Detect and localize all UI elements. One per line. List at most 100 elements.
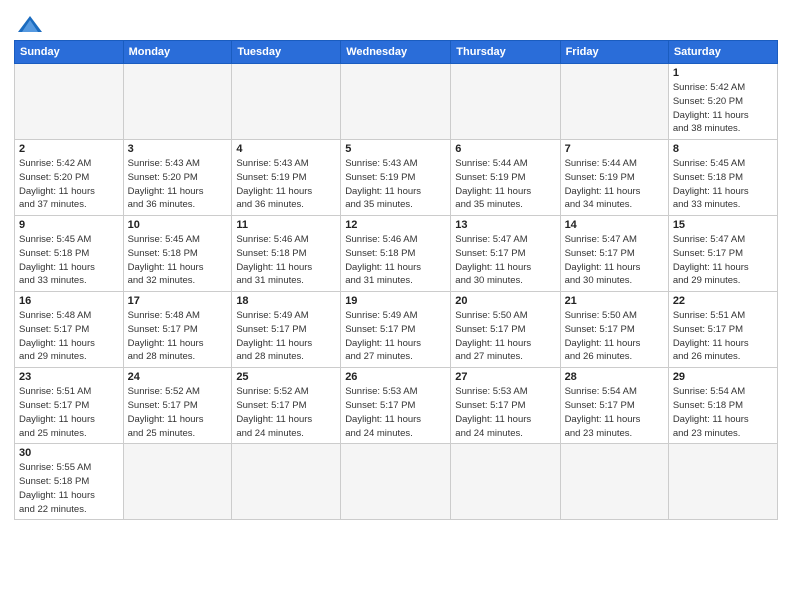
- day-info: Sunrise: 5:47 AMSunset: 5:17 PMDaylight:…: [673, 233, 773, 288]
- day-number: 29: [673, 371, 773, 383]
- calendar-cell: 27 Sunrise: 5:53 AMSunset: 5:17 PMDayligh…: [451, 368, 560, 444]
- calendar-cell: 13 Sunrise: 5:47 AMSunset: 5:17 PMDayligh…: [451, 216, 560, 292]
- calendar-header-row: SundayMondayTuesdayWednesdayThursdayFrid…: [15, 41, 778, 64]
- day-number: 30: [19, 447, 119, 459]
- header: [14, 10, 778, 32]
- day-number: 4: [236, 143, 336, 155]
- day-number: 5: [345, 143, 446, 155]
- calendar-cell: 4 Sunrise: 5:43 AMSunset: 5:19 PMDaylight…: [232, 140, 341, 216]
- calendar-cell: 1Sunrise: 5:42 AMSunset: 5:20 PMDaylight…: [668, 64, 777, 140]
- day-number: 21: [565, 295, 664, 307]
- calendar-dow-sunday: Sunday: [15, 41, 124, 64]
- calendar-table: SundayMondayTuesdayWednesdayThursdayFrid…: [14, 40, 778, 520]
- day-number: 23: [19, 371, 119, 383]
- calendar-dow-wednesday: Wednesday: [341, 41, 451, 64]
- day-number: 19: [345, 295, 446, 307]
- main-container: SundayMondayTuesdayWednesdayThursdayFrid…: [0, 0, 792, 530]
- calendar-cell: [232, 444, 341, 520]
- day-info: Sunrise: 5:54 AMSunset: 5:18 PMDaylight:…: [673, 385, 773, 440]
- day-number: 17: [128, 295, 228, 307]
- day-number: 24: [128, 371, 228, 383]
- day-number: 14: [565, 219, 664, 231]
- day-info: Sunrise: 5:46 AMSunset: 5:18 PMDaylight:…: [236, 233, 336, 288]
- day-info: Sunrise: 5:44 AMSunset: 5:19 PMDaylight:…: [565, 157, 664, 212]
- day-info: Sunrise: 5:51 AMSunset: 5:17 PMDaylight:…: [673, 309, 773, 364]
- day-info: Sunrise: 5:45 AMSunset: 5:18 PMDaylight:…: [673, 157, 773, 212]
- day-number: 8: [673, 143, 773, 155]
- day-number: 28: [565, 371, 664, 383]
- day-number: 9: [19, 219, 119, 231]
- calendar-cell: 20Sunrise: 5:50 AMSunset: 5:17 PMDayligh…: [451, 292, 560, 368]
- calendar-dow-tuesday: Tuesday: [232, 41, 341, 64]
- calendar-week-2: 2Sunrise: 5:42 AMSunset: 5:20 PMDaylight…: [15, 140, 778, 216]
- calendar-cell: 12Sunrise: 5:46 AMSunset: 5:18 PMDayligh…: [341, 216, 451, 292]
- calendar-cell: [232, 64, 341, 140]
- day-number: 2: [19, 143, 119, 155]
- calendar-cell: [451, 64, 560, 140]
- calendar-cell: 11Sunrise: 5:46 AMSunset: 5:18 PMDayligh…: [232, 216, 341, 292]
- logo-icon: [16, 14, 44, 36]
- day-number: 22: [673, 295, 773, 307]
- day-info: Sunrise: 5:47 AMSunset: 5:17 PMDaylight:…: [455, 233, 555, 288]
- day-info: Sunrise: 5:43 AMSunset: 5:19 PMDaylight:…: [345, 157, 446, 212]
- calendar-cell: 14 Sunrise: 5:47 AMSunset: 5:17 PMDayligh…: [560, 216, 668, 292]
- day-info: Sunrise: 5:48 AMSunset: 5:17 PMDaylight:…: [128, 309, 228, 364]
- day-number: 3: [128, 143, 228, 155]
- logo-text: [14, 14, 44, 36]
- logo: [14, 14, 44, 32]
- day-info: Sunrise: 5:48 AMSunset: 5:17 PMDaylight:…: [19, 309, 119, 364]
- calendar-cell: [123, 444, 232, 520]
- day-info: Sunrise: 5:55 AMSunset: 5:18 PMDaylight:…: [19, 461, 119, 516]
- calendar-dow-saturday: Saturday: [668, 41, 777, 64]
- calendar-cell: 6Sunrise: 5:44 AMSunset: 5:19 PMDaylight…: [451, 140, 560, 216]
- day-number: 20: [455, 295, 555, 307]
- day-info: Sunrise: 5:52 AMSunset: 5:17 PMDaylight:…: [128, 385, 228, 440]
- day-info: Sunrise: 5:43 AMSunset: 5:19 PMDaylight:…: [236, 157, 336, 212]
- calendar-cell: 26 Sunrise: 5:53 AMSunset: 5:17 PMDayligh…: [341, 368, 451, 444]
- calendar-week-3: 9 Sunrise: 5:45 AMSunset: 5:18 PMDaylight…: [15, 216, 778, 292]
- calendar-cell: 7 Sunrise: 5:44 AMSunset: 5:19 PMDaylight…: [560, 140, 668, 216]
- calendar-cell: [341, 64, 451, 140]
- calendar-cell: 9 Sunrise: 5:45 AMSunset: 5:18 PMDaylight…: [15, 216, 124, 292]
- calendar-cell: 21 Sunrise: 5:50 AMSunset: 5:17 PMDayligh…: [560, 292, 668, 368]
- calendar-cell: [451, 444, 560, 520]
- calendar-cell: [123, 64, 232, 140]
- calendar-cell: [341, 444, 451, 520]
- day-info: Sunrise: 5:50 AMSunset: 5:17 PMDaylight:…: [565, 309, 664, 364]
- calendar-cell: [560, 444, 668, 520]
- calendar-cell: [668, 444, 777, 520]
- calendar-cell: 16 Sunrise: 5:48 AMSunset: 5:17 PMDayligh…: [15, 292, 124, 368]
- day-info: Sunrise: 5:45 AMSunset: 5:18 PMDaylight:…: [19, 233, 119, 288]
- day-number: 25: [236, 371, 336, 383]
- calendar-cell: [560, 64, 668, 140]
- calendar-cell: 24 Sunrise: 5:52 AMSunset: 5:17 PMDayligh…: [123, 368, 232, 444]
- calendar-cell: 18 Sunrise: 5:49 AMSunset: 5:17 PMDayligh…: [232, 292, 341, 368]
- calendar-cell: 28Sunrise: 5:54 AMSunset: 5:17 PMDayligh…: [560, 368, 668, 444]
- calendar-cell: 30 Sunrise: 5:55 AMSunset: 5:18 PMDayligh…: [15, 444, 124, 520]
- day-info: Sunrise: 5:53 AMSunset: 5:17 PMDaylight:…: [345, 385, 446, 440]
- calendar-cell: 29 Sunrise: 5:54 AMSunset: 5:18 PMDayligh…: [668, 368, 777, 444]
- day-number: 12: [345, 219, 446, 231]
- calendar-cell: 15Sunrise: 5:47 AMSunset: 5:17 PMDayligh…: [668, 216, 777, 292]
- day-number: 10: [128, 219, 228, 231]
- calendar-week-6: 30 Sunrise: 5:55 AMSunset: 5:18 PMDayligh…: [15, 444, 778, 520]
- day-number: 26: [345, 371, 446, 383]
- day-number: 16: [19, 295, 119, 307]
- day-info: Sunrise: 5:51 AMSunset: 5:17 PMDaylight:…: [19, 385, 119, 440]
- day-number: 7: [565, 143, 664, 155]
- calendar-cell: 23 Sunrise: 5:51 AMSunset: 5:17 PMDayligh…: [15, 368, 124, 444]
- day-number: 27: [455, 371, 555, 383]
- day-info: Sunrise: 5:49 AMSunset: 5:17 PMDaylight:…: [236, 309, 336, 364]
- calendar-cell: 2Sunrise: 5:42 AMSunset: 5:20 PMDaylight…: [15, 140, 124, 216]
- calendar-dow-thursday: Thursday: [451, 41, 560, 64]
- day-info: Sunrise: 5:47 AMSunset: 5:17 PMDaylight:…: [565, 233, 664, 288]
- calendar-dow-friday: Friday: [560, 41, 668, 64]
- day-number: 13: [455, 219, 555, 231]
- day-info: Sunrise: 5:45 AMSunset: 5:18 PMDaylight:…: [128, 233, 228, 288]
- day-number: 18: [236, 295, 336, 307]
- day-info: Sunrise: 5:44 AMSunset: 5:19 PMDaylight:…: [455, 157, 555, 212]
- calendar-cell: 17 Sunrise: 5:48 AMSunset: 5:17 PMDayligh…: [123, 292, 232, 368]
- day-info: Sunrise: 5:53 AMSunset: 5:17 PMDaylight:…: [455, 385, 555, 440]
- calendar-cell: 10 Sunrise: 5:45 AMSunset: 5:18 PMDayligh…: [123, 216, 232, 292]
- calendar-cell: 22 Sunrise: 5:51 AMSunset: 5:17 PMDayligh…: [668, 292, 777, 368]
